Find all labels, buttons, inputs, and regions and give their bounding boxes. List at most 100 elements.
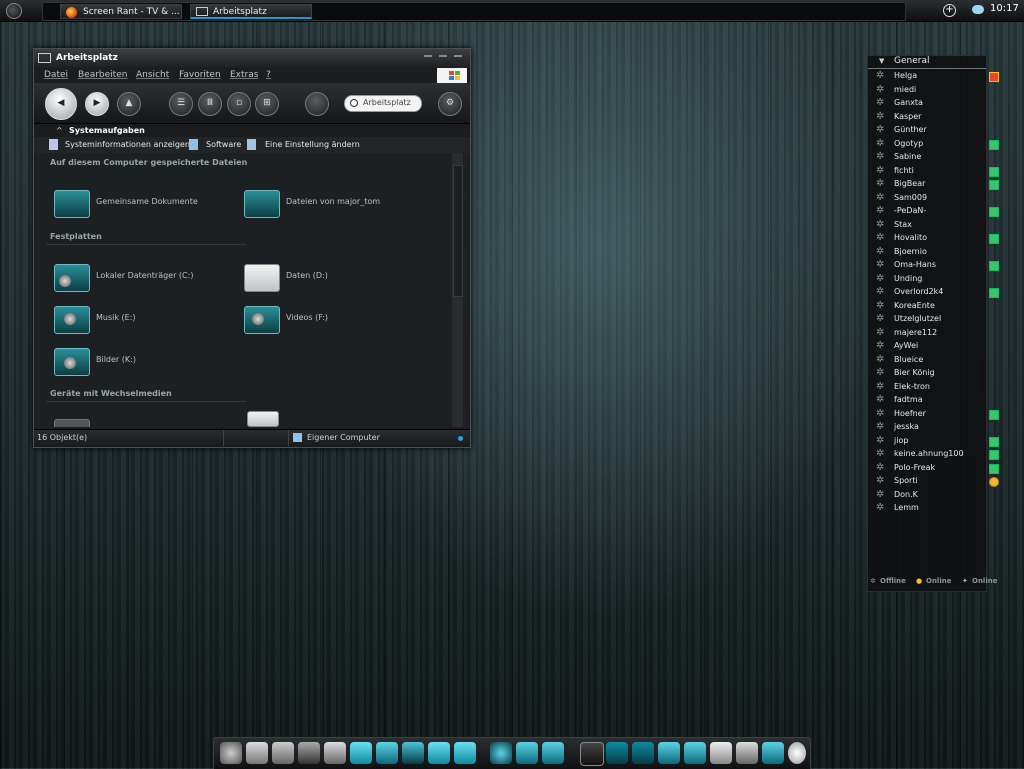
contact-item[interactable]: ✲ KoreaEnte — [876, 300, 986, 313]
contact-item[interactable]: ✲ fadtma — [876, 394, 986, 407]
back-button[interactable]: ◀ — [45, 88, 77, 120]
menu-datei[interactable]: Datei — [44, 70, 68, 80]
status-gear-icon: ✲ — [876, 178, 885, 189]
task-label: Arbeitsplatz — [213, 7, 267, 17]
maximize-button[interactable] — [439, 55, 447, 57]
contact-item[interactable]: ✲ Günther — [876, 124, 986, 137]
trash-icon[interactable] — [710, 742, 732, 764]
projector-icon[interactable] — [272, 742, 294, 764]
task-change-setting[interactable]: Eine Einstellung ändern — [265, 140, 360, 149]
task-software[interactable]: Software — [206, 140, 241, 149]
task-button-arbeitsplatz[interactable]: Arbeitsplatz — [190, 4, 312, 19]
scrollbar-thumb[interactable] — [453, 165, 463, 297]
window-titlebar[interactable]: Arbeitsplatz — [34, 49, 470, 67]
weather-icon[interactable] — [788, 742, 806, 764]
display-icon[interactable] — [606, 742, 628, 764]
contact-item[interactable]: ✲ Unding — [876, 273, 986, 286]
contact-item[interactable]: ✲ jiop — [876, 435, 999, 448]
keyboard-icon[interactable] — [736, 742, 758, 764]
contact-item[interactable]: ✲ Ganxta — [876, 97, 986, 110]
settings-button[interactable]: ⚙ — [438, 92, 462, 116]
headset-icon[interactable] — [542, 742, 564, 764]
contact-item[interactable]: ✲ BigBear — [876, 178, 999, 191]
camera-icon[interactable] — [246, 742, 268, 764]
view-tiles-button[interactable]: ▫ — [227, 92, 251, 116]
minimize-button[interactable] — [424, 55, 432, 57]
start-button[interactable] — [6, 3, 22, 19]
contact-item[interactable]: ✲ Polo-Freak — [876, 462, 999, 475]
disc-icon[interactable] — [220, 742, 242, 764]
contact-item[interactable]: ✲ Sabine — [876, 151, 986, 164]
power-icon[interactable] — [762, 742, 784, 764]
view-list-button[interactable]: ☰ — [169, 92, 193, 116]
vertical-scrollbar[interactable] — [452, 153, 463, 427]
contact-name: Lemm — [894, 503, 919, 512]
contact-item[interactable]: ✲ Don.K — [876, 489, 986, 502]
contact-item[interactable]: ✲ majere112 — [876, 327, 986, 340]
music-player-icon[interactable] — [516, 742, 538, 764]
forward-button[interactable]: ▶ — [85, 92, 109, 116]
contact-item[interactable]: ✲ Kasper — [876, 111, 986, 124]
contact-item[interactable]: ✲ Blueice — [876, 354, 986, 367]
system-tasks-header[interactable]: ^ Systemaufgaben — [34, 124, 470, 137]
contact-status-icon — [989, 72, 999, 82]
contact-item[interactable]: ✲ Helga — [876, 70, 999, 83]
menu-help[interactable]: ? — [266, 70, 271, 80]
view-icons-button[interactable]: ⊞ — [255, 92, 279, 116]
system-tasks-title: Systemaufgaben — [69, 126, 145, 135]
task-button-browser[interactable]: Screen Rant - TV & ... — [60, 4, 182, 19]
contact-item[interactable]: ✲ Oma-Hans — [876, 259, 999, 272]
contact-item[interactable]: ✲ Elek-tron — [876, 381, 986, 394]
monitor-icon[interactable] — [580, 742, 604, 766]
group-header[interactable]: ▼ General — [868, 56, 986, 69]
contact-item[interactable]: ✲ Hoefner — [876, 408, 999, 421]
view-columns-button[interactable]: Ⅲ — [198, 92, 222, 116]
couch-icon[interactable] — [454, 742, 476, 764]
task-system-info[interactable]: Systeminformationen anzeigen — [65, 140, 190, 149]
music-drive-icon — [54, 306, 90, 334]
contact-item[interactable]: ✲ AyWei — [876, 340, 986, 353]
menu-bearbeiten[interactable]: Bearbeiten — [78, 70, 127, 80]
folders-button[interactable] — [305, 92, 329, 116]
menu-extras[interactable]: Extras — [230, 70, 258, 80]
contact-item[interactable]: ✲ Hovalito — [876, 232, 999, 245]
landscape-icon[interactable] — [658, 742, 680, 764]
contact-item[interactable]: ✲ Sam009 — [876, 192, 986, 205]
contact-item[interactable]: ✲ Utzelglutzel — [876, 313, 986, 326]
search-box[interactable]: Arbeitsplatz — [344, 95, 422, 112]
up-button[interactable]: ▲ — [117, 92, 141, 116]
item-label: Bilder (K:) — [96, 355, 136, 364]
close-button[interactable] — [454, 55, 462, 57]
contact-status-icon — [989, 166, 999, 177]
computer-icon — [196, 7, 208, 16]
photo-camera-icon[interactable] — [324, 742, 346, 764]
contact-item[interactable]: ✲ -PeDaN- — [876, 205, 999, 218]
contact-item[interactable]: ✲ Lemm — [876, 502, 986, 515]
plant-icon[interactable] — [402, 742, 424, 764]
contact-item[interactable]: ✲ Bier König — [876, 367, 986, 380]
contact-item[interactable]: ✲ Sporti — [876, 475, 999, 488]
contact-item[interactable]: ✲ Stax — [876, 219, 986, 232]
drive-icon — [54, 419, 90, 427]
menu-ansicht[interactable]: Ansicht — [136, 70, 169, 80]
chair-icon[interactable] — [428, 742, 450, 764]
image-icon[interactable] — [684, 742, 706, 764]
photoshop-icon[interactable] — [350, 742, 372, 764]
contact-item[interactable]: ✲ miedi — [876, 84, 986, 97]
window-icon[interactable] — [632, 742, 654, 764]
contact-item[interactable]: ✲ Ogotyp — [876, 138, 999, 151]
contact-item[interactable]: ✲ Bjoernio — [876, 246, 986, 259]
contact-name: KoreaEnte — [894, 300, 935, 310]
windows-logo-icon — [437, 68, 467, 83]
contact-name: Blueice — [894, 354, 924, 364]
contact-item[interactable]: ✲ fichti — [876, 165, 999, 178]
contact-item[interactable]: ✲ Overlord2k4 — [876, 286, 999, 299]
download-icon[interactable] — [376, 742, 398, 764]
menu-favoriten[interactable]: Favoriten — [179, 70, 221, 80]
contact-item[interactable]: ✲ keine.ahnung100 — [876, 448, 999, 461]
add-icon[interactable]: + — [943, 4, 956, 17]
printer-icon[interactable] — [298, 742, 320, 764]
globe-icon[interactable] — [490, 742, 512, 764]
chat-icon[interactable] — [972, 5, 984, 14]
contact-item[interactable]: ✲ jesska — [876, 421, 986, 434]
